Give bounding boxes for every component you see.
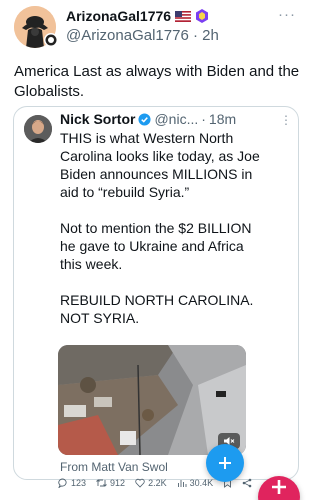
like-button[interactable]: 2.2K bbox=[135, 478, 167, 488]
more-horizontal-icon[interactable]: ··· bbox=[278, 6, 296, 23]
post: ArizonaGal1776 ··· @ArizonaGal1776 · 2h … bbox=[0, 0, 312, 500]
handle[interactable]: @ArizonaGal1776 bbox=[66, 27, 189, 44]
video-thumbnail[interactable] bbox=[58, 345, 246, 455]
quoted-header: Nick Sortor @nic... · 18m bbox=[60, 111, 236, 127]
post-text: America Last as always with Biden and th… bbox=[14, 63, 300, 100]
like-count: 2.2K bbox=[148, 478, 167, 488]
plus-icon bbox=[219, 457, 231, 469]
reply-button[interactable]: 123 bbox=[58, 478, 86, 488]
display-name[interactable]: ArizonaGal1776 bbox=[66, 8, 171, 24]
quoted-avatar[interactable] bbox=[24, 115, 52, 143]
verified-badge-icon bbox=[196, 9, 209, 23]
heart-icon bbox=[135, 478, 145, 488]
account-badge-icon bbox=[44, 33, 58, 47]
quoted-paragraph: REBUILD NORTH CAROLINA. NOT SYRIA. bbox=[60, 292, 254, 326]
plus-icon bbox=[272, 480, 286, 494]
views-button[interactable]: 30.4K bbox=[177, 478, 214, 488]
separator: · bbox=[201, 111, 206, 127]
share-button[interactable] bbox=[242, 478, 252, 488]
verified-badge-icon bbox=[138, 112, 152, 126]
share-icon bbox=[242, 478, 252, 488]
compose-button[interactable] bbox=[206, 444, 244, 482]
handle-row: @ArizonaGal1776 · 2h bbox=[66, 27, 219, 44]
reply-count: 123 bbox=[71, 478, 87, 488]
view-count: 30.4K bbox=[189, 478, 214, 488]
timestamp[interactable]: 2h bbox=[202, 27, 219, 44]
quoted-paragraph: Not to mention the $2 BILLION he gave to… bbox=[60, 220, 252, 272]
quoted-text: THIS is what Western North Carolina look… bbox=[60, 129, 260, 345]
analytics-icon bbox=[177, 480, 187, 487]
quoted-display-name[interactable]: Nick Sortor bbox=[60, 111, 135, 127]
quoted-handle[interactable]: @nic... bbox=[154, 111, 198, 127]
video-source[interactable]: From Matt Van Swol bbox=[60, 460, 168, 474]
repost-icon bbox=[96, 479, 107, 487]
separator: · bbox=[192, 27, 198, 44]
quoted-more-icon[interactable]: ⋮ bbox=[280, 113, 292, 127]
repost-button[interactable]: 912 bbox=[96, 478, 125, 488]
post-header: ArizonaGal1776 bbox=[66, 8, 209, 24]
quoted-post[interactable]: Nick Sortor @nic... · 18m ⋮ THIS is what… bbox=[13, 106, 299, 480]
quoted-timestamp[interactable]: 18m bbox=[209, 111, 236, 127]
us-flag-icon bbox=[175, 10, 192, 22]
repost-count: 912 bbox=[110, 478, 126, 488]
quoted-paragraph: THIS is what Western North Carolina look… bbox=[60, 130, 260, 200]
reply-icon bbox=[58, 478, 67, 488]
